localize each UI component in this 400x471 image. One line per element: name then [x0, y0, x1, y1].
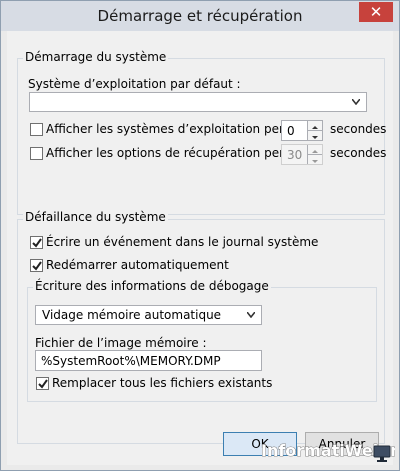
write-event-checkbox[interactable]: [30, 236, 43, 249]
arrow-down-icon[interactable]: [308, 131, 322, 140]
dialog-content: Démarrage du système Système d’exploitat…: [7, 31, 393, 465]
chevron-down-icon: [247, 312, 255, 318]
check-icon: [38, 379, 48, 389]
failure-group-label: Défaillance du système: [23, 210, 168, 224]
show-os-list-spinner[interactable]: 0: [281, 120, 323, 141]
chevron-down-icon: [352, 99, 360, 105]
check-icon: [32, 238, 42, 248]
dump-file-value: %SystemRoot%\MEMORY.DMP: [41, 354, 221, 368]
show-os-list-value: 0: [287, 124, 295, 138]
show-os-list-checkbox[interactable]: [30, 123, 43, 136]
watermark-logo: InformatiWeb.net: [261, 441, 395, 462]
title-bar: Démarrage et récupération ✕: [1, 1, 399, 31]
startup-group-label: Démarrage du système: [23, 50, 169, 64]
dump-file-label: Fichier de l’image mémoire :: [35, 336, 207, 350]
arrow-up-icon[interactable]: [308, 121, 322, 131]
dump-file-input[interactable]: %SystemRoot%\MEMORY.DMP: [35, 350, 262, 371]
show-recovery-checkbox[interactable]: [30, 147, 43, 160]
default-os-label: Système d’exploitation par défaut :: [28, 77, 241, 91]
show-recovery-spinner[interactable]: 30: [281, 144, 323, 165]
overwrite-checkbox[interactable]: [36, 377, 49, 390]
show-recovery-unit: secondes: [330, 146, 387, 160]
close-button[interactable]: ✕: [359, 2, 393, 22]
debug-info-group-label: Écriture des informations de débogage: [33, 279, 271, 293]
dump-type-value: Vidage mémoire automatique: [42, 308, 222, 322]
overwrite-label: Remplacer tous les fichiers existants: [52, 376, 273, 390]
dump-type-select[interactable]: Vidage mémoire automatique: [35, 305, 262, 325]
show-os-list-unit: secondes: [330, 122, 387, 136]
close-icon: ✕: [369, 3, 383, 21]
window-title: Démarrage et récupération: [97, 7, 303, 25]
auto-restart-label: Redémarrer automatiquement: [46, 258, 229, 272]
show-recovery-value: 30: [287, 148, 303, 162]
write-event-label: Écrire un événement dans le journal syst…: [46, 235, 319, 249]
auto-restart-checkbox[interactable]: [30, 259, 43, 272]
arrow-up-icon[interactable]: [308, 145, 322, 155]
dialog-window: Démarrage et récupération ✕ Démarrage du…: [0, 0, 400, 471]
arrow-down-icon[interactable]: [308, 155, 322, 164]
default-os-select[interactable]: [29, 92, 367, 112]
check-icon: [32, 261, 42, 271]
